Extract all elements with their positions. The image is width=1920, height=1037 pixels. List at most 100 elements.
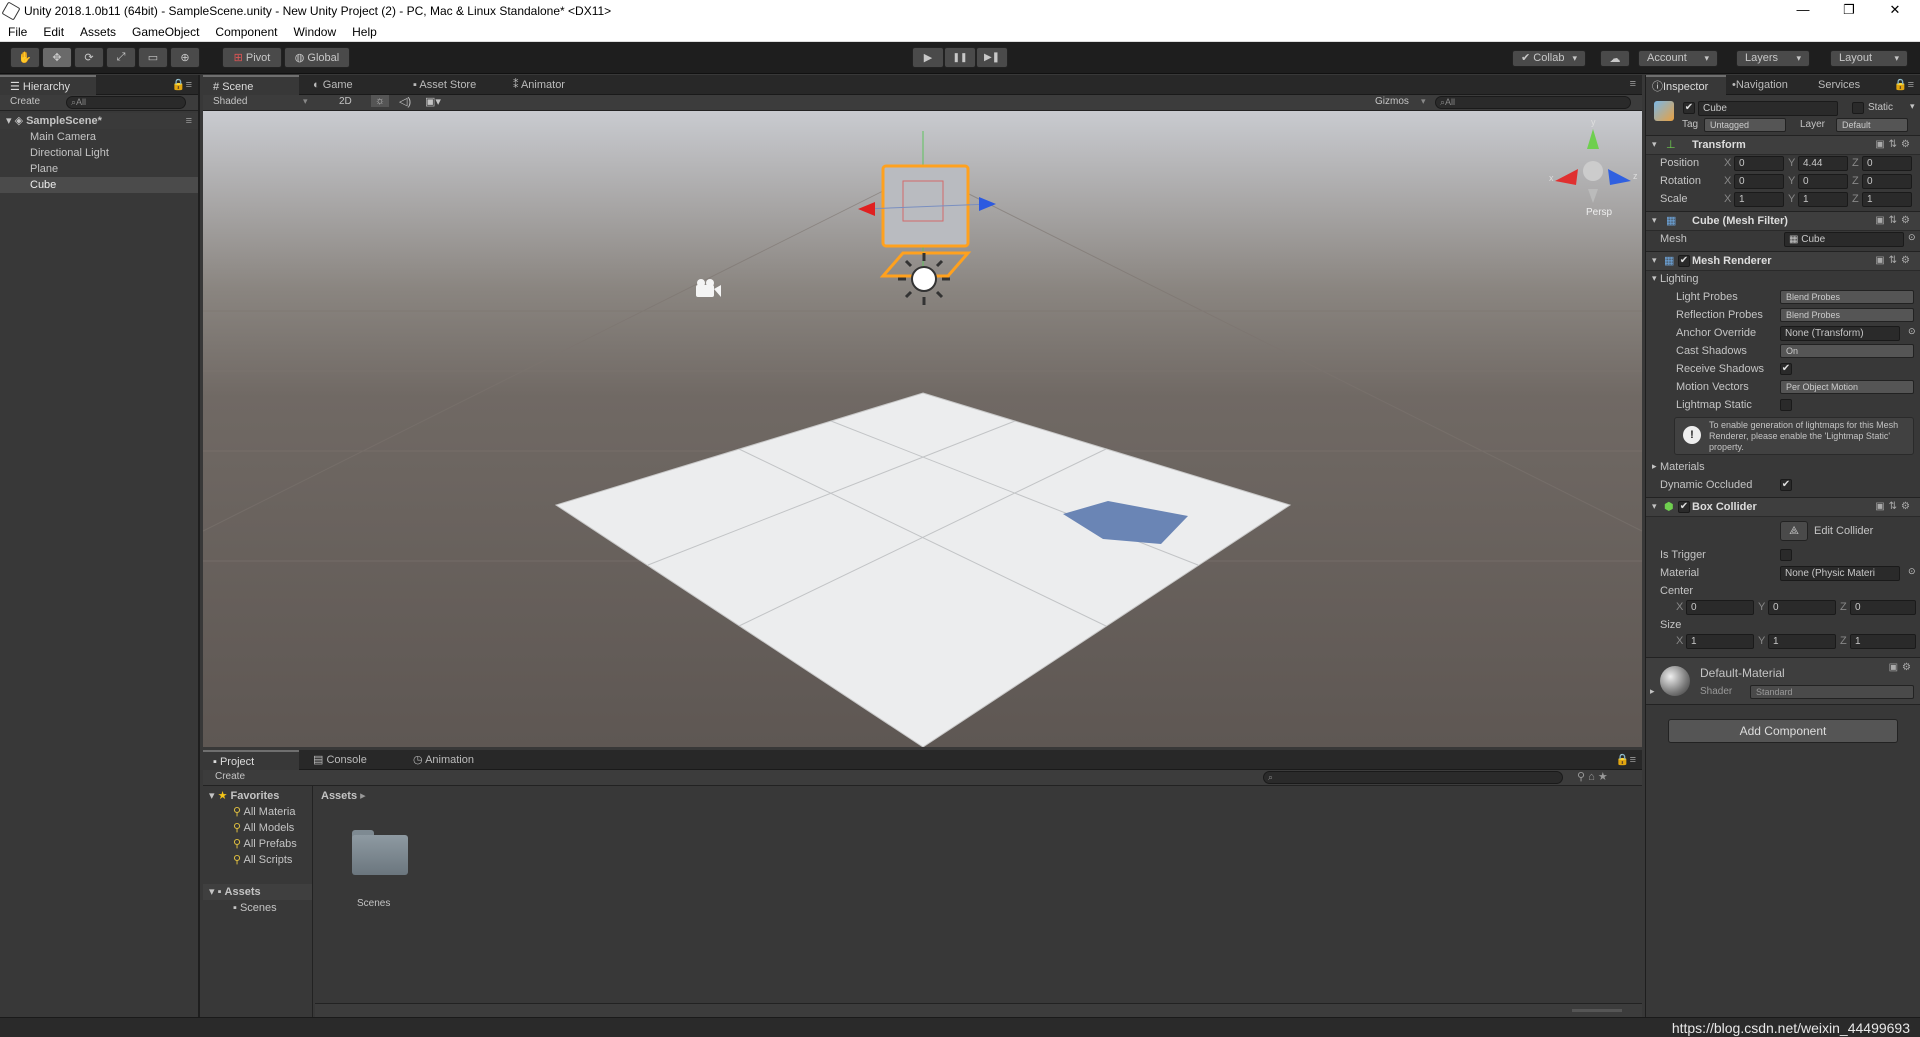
rotation-z-input[interactable]: 0 bbox=[1862, 174, 1912, 189]
object-picker-icon[interactable]: ⊙ bbox=[1908, 232, 1916, 243]
rotate-tool-icon[interactable]: ⟳ bbox=[74, 47, 104, 68]
menu-edit[interactable]: Edit bbox=[35, 25, 72, 39]
zoom-slider[interactable] bbox=[1572, 1009, 1622, 1012]
lighting-foldout[interactable]: Lighting bbox=[1660, 273, 1699, 285]
object-picker-icon[interactable]: ⊙ bbox=[1908, 566, 1916, 577]
favorites-row[interactable]: ▾ ★ Favorites bbox=[203, 788, 312, 804]
scene-menu-icon[interactable]: ≡ bbox=[186, 113, 192, 129]
rect-tool-icon[interactable]: ▭ bbox=[138, 47, 168, 68]
component-menu-icons[interactable]: ▣⇅⚙ bbox=[1875, 255, 1914, 266]
assets-root-row[interactable]: ▾ ▪ Assets bbox=[203, 884, 312, 900]
breadcrumb-item[interactable]: Assets bbox=[321, 790, 357, 802]
tag-dropdown[interactable]: Untagged bbox=[1704, 118, 1786, 132]
size-x-input[interactable]: 1 bbox=[1686, 634, 1754, 649]
collab-dropdown[interactable]: ✔ Collab bbox=[1512, 50, 1586, 67]
component-menu-icons[interactable]: ▣⇅⚙ bbox=[1875, 139, 1914, 150]
project-search-input[interactable]: ⌕ bbox=[1263, 771, 1563, 784]
panel-menu-icon[interactable]: 🔒≡ bbox=[172, 78, 192, 91]
cast-shadows-dropdown[interactable]: On bbox=[1780, 344, 1914, 358]
hierarchy-search-input[interactable]: ⌕All bbox=[66, 96, 186, 109]
menu-assets[interactable]: Assets bbox=[72, 25, 124, 39]
layout-dropdown[interactable]: Layout bbox=[1830, 50, 1908, 67]
shading-mode-dropdown[interactable]: Shaded bbox=[213, 96, 247, 107]
audio-toggle-icon[interactable]: ◁) bbox=[399, 95, 411, 108]
panel-menu-icon[interactable]: ≡ bbox=[1630, 78, 1636, 90]
tab-scene[interactable]: # Scene bbox=[203, 75, 299, 95]
pivot-toggle[interactable]: ⊞ Pivot bbox=[222, 47, 282, 68]
scene-viewport[interactable]: y x z Persp bbox=[203, 111, 1642, 747]
scale-y-input[interactable]: 1 bbox=[1798, 192, 1848, 207]
is-trigger-checkbox[interactable] bbox=[1780, 549, 1792, 561]
mesh-renderer-enabled-checkbox[interactable]: ✔ bbox=[1678, 255, 1690, 267]
edit-collider-icon[interactable]: ⟁ bbox=[1780, 521, 1808, 541]
transform-tool-icon[interactable]: ⊕ bbox=[170, 47, 200, 68]
account-dropdown[interactable]: Account bbox=[1638, 50, 1718, 67]
tab-hierarchy[interactable]: ☰ Hierarchy bbox=[0, 75, 96, 95]
menu-file[interactable]: File bbox=[0, 25, 35, 39]
project-create-dropdown[interactable]: Create bbox=[215, 771, 245, 782]
asset-folder-item[interactable]: ▪ Scenes bbox=[203, 900, 312, 916]
hand-tool-icon[interactable]: ✋ bbox=[10, 47, 40, 68]
center-y-input[interactable]: 0 bbox=[1768, 600, 1836, 615]
hierarchy-item[interactable]: Plane bbox=[0, 161, 198, 177]
create-dropdown[interactable]: Create bbox=[10, 96, 40, 107]
mesh-renderer-header[interactable]: ▾ ▦ ✔ Mesh Renderer ▣⇅⚙ bbox=[1646, 251, 1920, 271]
active-checkbox[interactable]: ✔ bbox=[1683, 102, 1695, 114]
cube-object[interactable] bbox=[881, 164, 970, 248]
materials-foldout[interactable]: Materials bbox=[1660, 461, 1705, 473]
favorite-item[interactable]: ⚲ All Prefabs bbox=[203, 836, 312, 852]
static-dropdown-icon[interactable]: ▾ bbox=[1910, 101, 1915, 112]
position-x-input[interactable]: 0 bbox=[1734, 156, 1784, 171]
shader-dropdown[interactable]: Standard bbox=[1750, 685, 1914, 699]
layers-dropdown[interactable]: Layers bbox=[1736, 50, 1810, 67]
panel-menu-icon[interactable]: 🔒≡ bbox=[1616, 753, 1636, 766]
pause-button[interactable]: ❚❚ bbox=[944, 47, 976, 68]
tab-asset-store[interactable]: ▪ Asset Store bbox=[403, 75, 486, 95]
position-z-input[interactable]: 0 bbox=[1862, 156, 1912, 171]
size-z-input[interactable]: 1 bbox=[1850, 634, 1916, 649]
favorite-item[interactable]: ⚲ All Materia bbox=[203, 804, 312, 820]
expand-arrow-icon[interactable]: ▾ bbox=[1652, 273, 1657, 284]
center-x-input[interactable]: 0 bbox=[1686, 600, 1754, 615]
move-tool-icon[interactable]: ✥ bbox=[42, 47, 72, 68]
tab-services[interactable]: Services bbox=[1812, 75, 1866, 95]
expand-arrow-icon[interactable]: ▸ bbox=[1652, 461, 1657, 472]
scale-z-input[interactable]: 1 bbox=[1862, 192, 1912, 207]
step-button[interactable]: ▶❚ bbox=[976, 47, 1008, 68]
box-collider-header[interactable]: ▾ ⬢ ✔ Box Collider ▣⇅⚙ bbox=[1646, 497, 1920, 517]
receive-shadows-checkbox[interactable]: ✔ bbox=[1780, 363, 1792, 375]
material-menu-icons[interactable]: ▣⚙ bbox=[1889, 662, 1915, 673]
menu-gameobject[interactable]: GameObject bbox=[124, 25, 207, 39]
tab-inspector[interactable]: ⓘInspector bbox=[1646, 75, 1726, 95]
rotation-x-input[interactable]: 0 bbox=[1734, 174, 1784, 189]
tab-game[interactable]: ◐ Game bbox=[303, 75, 363, 95]
close-button[interactable]: ✕ bbox=[1872, 0, 1918, 22]
rotation-y-input[interactable]: 0 bbox=[1798, 174, 1848, 189]
hierarchy-item-selected[interactable]: Cube bbox=[0, 177, 198, 193]
center-z-input[interactable]: 0 bbox=[1850, 600, 1916, 615]
effects-icon[interactable]: ▣▾ bbox=[425, 95, 441, 108]
light-probes-dropdown[interactable]: Blend Probes bbox=[1780, 290, 1914, 304]
gizmos-dropdown[interactable]: Gizmos bbox=[1375, 96, 1409, 107]
object-name-input[interactable]: Cube bbox=[1698, 101, 1838, 116]
position-y-input[interactable]: 4.44 bbox=[1798, 156, 1848, 171]
motion-vectors-dropdown[interactable]: Per Object Motion bbox=[1780, 380, 1914, 394]
static-checkbox[interactable] bbox=[1852, 102, 1864, 114]
box-collider-enabled-checkbox[interactable]: ✔ bbox=[1678, 501, 1690, 513]
menu-window[interactable]: Window bbox=[285, 25, 344, 39]
global-toggle[interactable]: ◍ Global bbox=[284, 47, 350, 68]
hierarchy-item[interactable]: Main Camera bbox=[0, 129, 198, 145]
collider-material-field[interactable]: None (Physic Materi bbox=[1780, 566, 1900, 581]
favorite-item[interactable]: ⚲ All Scripts bbox=[203, 852, 312, 868]
scene-search-input[interactable]: ⌕All bbox=[1435, 96, 1631, 109]
dynamic-occluded-checkbox[interactable]: ✔ bbox=[1780, 479, 1792, 491]
component-menu-icons[interactable]: ▣⇅⚙ bbox=[1875, 501, 1914, 512]
tab-animator[interactable]: ⁑ Animator bbox=[503, 75, 575, 95]
minimize-button[interactable]: — bbox=[1780, 0, 1826, 22]
cloud-icon[interactable]: ☁ bbox=[1600, 50, 1630, 67]
reflection-probes-dropdown[interactable]: Blend Probes bbox=[1780, 308, 1914, 322]
lightmap-static-checkbox[interactable] bbox=[1780, 399, 1792, 411]
scene-lighting-icon[interactable]: ☼ bbox=[371, 95, 390, 107]
folder-icon[interactable] bbox=[352, 830, 408, 875]
maximize-button[interactable]: ❐ bbox=[1826, 0, 1872, 22]
